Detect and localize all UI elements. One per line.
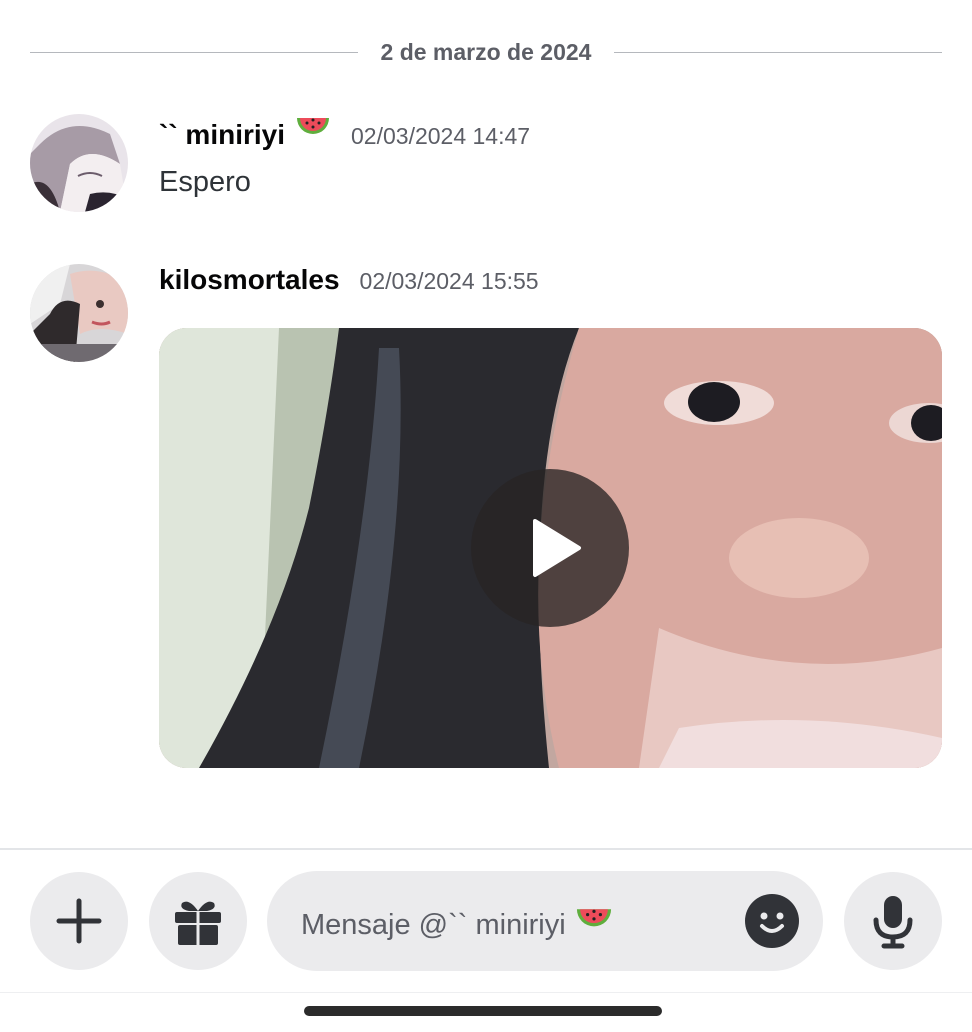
message-item: kilosmortales 02/03/2024 15:55 (30, 264, 942, 774)
message-text: Espero (159, 166, 251, 198)
add-attachment-button[interactable] (30, 872, 128, 970)
username[interactable]: `` miniriyi (159, 119, 285, 151)
avatar[interactable] (30, 114, 128, 212)
date-divider: 2 de marzo de 2024 (30, 32, 942, 72)
watermelon-emoji-icon (574, 905, 614, 945)
dm-chat-screen: 2 de marzo de 2024 `` miniriyi 02/03/202… (0, 0, 972, 1032)
smiley-icon (745, 894, 799, 948)
message-timestamp: 02/03/2024 15:55 (359, 268, 539, 294)
divider-line-right (614, 52, 942, 53)
watermelon-emoji-icon (295, 114, 331, 149)
composer-divider (0, 848, 972, 850)
emoji-picker-button[interactable] (744, 893, 800, 949)
play-button[interactable] (471, 469, 629, 627)
message-input-placeholder: Mensaje @`` miniriyi (301, 905, 614, 945)
message-item: `` miniriyi 02/03/2024 14:47 Espero (30, 114, 942, 224)
avatar-photo-image (30, 264, 128, 362)
avatar[interactable] (30, 264, 128, 362)
message-header: kilosmortales 02/03/2024 15:55 (159, 264, 539, 296)
plus-icon (56, 898, 102, 944)
gift-icon (175, 901, 221, 945)
video-attachment[interactable] (159, 328, 942, 768)
message-timestamp: 02/03/2024 14:47 (351, 123, 531, 149)
avatar-anime-image (30, 114, 128, 212)
home-indicator[interactable] (304, 1006, 662, 1016)
play-icon (533, 519, 581, 577)
message-input[interactable]: Mensaje @`` miniriyi (267, 871, 823, 971)
placeholder-text: Mensaje @`` miniriyi (301, 908, 566, 941)
microphone-icon (873, 896, 913, 949)
voice-message-button[interactable] (844, 872, 942, 970)
bottom-divider (0, 992, 972, 993)
gift-button[interactable] (149, 872, 247, 970)
message-header: `` miniriyi 02/03/2024 14:47 (159, 114, 530, 151)
username[interactable]: kilosmortales (159, 264, 340, 296)
